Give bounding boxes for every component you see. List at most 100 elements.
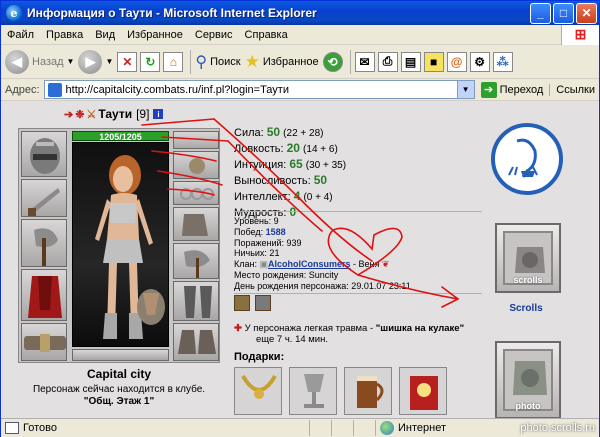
detail-birthday: День рождения персонажа: 29.01.07 23:11	[234, 280, 411, 291]
cloak-icon	[28, 276, 62, 318]
menu-favorites[interactable]: Избранное	[121, 29, 189, 41]
weapon-slot[interactable]	[21, 179, 67, 217]
edit-icon[interactable]: ▤	[400, 51, 421, 72]
go-button[interactable]: ➔ Переход	[480, 81, 543, 98]
forward-arrow-icon: ▶	[78, 49, 103, 74]
print-icon[interactable]: ⎙	[377, 51, 398, 72]
maximize-button[interactable]: □	[553, 2, 574, 24]
address-url: http://capitalcity.combats.ru/inf.pl?log…	[65, 83, 289, 96]
toolbar: ◀ Назад ▼ ▶ ▼ ✕ ↻ ⌂ ⚲ Поиск ★ Избранное …	[1, 45, 599, 79]
effect-icon[interactable]	[255, 295, 272, 311]
scroll-card[interactable]: scrolls	[495, 223, 561, 293]
belt-slot[interactable]	[21, 323, 67, 361]
toolbar-divider	[349, 49, 351, 74]
address-dropdown-icon[interactable]: ▼	[457, 80, 475, 99]
zone-label: Интернет	[398, 422, 446, 434]
favorites-button[interactable]: ★ Избранное	[245, 52, 319, 72]
stop-icon[interactable]: ✕	[117, 51, 138, 72]
links-icon[interactable]: ⁂	[492, 51, 513, 72]
menu-edit[interactable]: Правка	[40, 29, 89, 41]
legs-slot[interactable]	[173, 281, 219, 321]
gloves-icon	[182, 214, 208, 236]
stat-row: Выносливость: 50	[234, 173, 346, 189]
sword-icon[interactable]: ⚔	[86, 108, 96, 121]
clan-emblem[interactable]	[491, 123, 563, 195]
axe-icon	[184, 250, 210, 278]
photo-watermark-text: photo.scrolls.ru	[520, 422, 595, 434]
detail-wins-row: Побед: 1588	[234, 227, 411, 238]
axe-slot[interactable]	[21, 219, 67, 267]
amulet-slot[interactable]	[173, 151, 219, 179]
page-content: ➔ ❉ ⚔ Таути [9] i 1205/1205 Capital city…	[2, 101, 598, 418]
boots-slot[interactable]	[173, 323, 219, 361]
hp-bar: 1205/1205	[72, 131, 169, 142]
stat-row: Сила: 50 (22 + 28)	[234, 125, 346, 141]
effect-icon[interactable]	[234, 295, 250, 311]
gloves-slot[interactable]	[173, 207, 219, 241]
bottom-slot[interactable]	[72, 349, 169, 361]
gift-item[interactable]	[289, 367, 337, 415]
security-zone: Интернет	[375, 420, 525, 436]
title-bar: e Информация о Таути - Microsoft Interne…	[1, 1, 599, 25]
scroll-watermark: scrolls	[513, 275, 543, 285]
history-icon[interactable]: ⟲	[322, 51, 343, 72]
ring-icon	[180, 188, 214, 200]
helmet-slot[interactable]	[21, 131, 67, 177]
window-title: Информация о Таути - Microsoft Internet …	[27, 6, 317, 20]
links-button[interactable]: Ссылки	[549, 83, 595, 96]
gift-item[interactable]	[234, 367, 282, 415]
address-input[interactable]: http://capitalcity.combats.ru/inf.pl?log…	[43, 80, 458, 99]
menu-tools[interactable]: Сервис	[189, 29, 239, 41]
search-button[interactable]: ⚲ Поиск	[195, 52, 240, 72]
stat-value: 50	[266, 125, 281, 139]
gift-item[interactable]	[344, 367, 392, 415]
arrow-icon[interactable]: ➔	[64, 108, 73, 121]
trauma-block: ✚ У персонажа легкая травма - "шишка на …	[234, 323, 492, 345]
effects-row	[234, 295, 494, 314]
stat-extra: (14 + 6)	[303, 144, 338, 155]
search-label: Поиск	[210, 55, 241, 68]
photo-watermark: photo	[515, 401, 541, 411]
menu-view[interactable]: Вид	[89, 29, 121, 41]
menu-help[interactable]: Справка	[239, 29, 294, 41]
clan-link[interactable]: AlcoholConsumers	[268, 259, 351, 269]
scrolls-link[interactable]: Scrolls	[488, 303, 564, 314]
trauma-text: У персонажа легкая травма -	[244, 323, 376, 334]
toolbar-divider	[190, 49, 192, 74]
wins-value[interactable]: 1588	[266, 227, 286, 237]
detail-draws: Ничьих: 21	[234, 248, 280, 259]
stat-row: Ловкость: 20 (14 + 6)	[234, 141, 346, 157]
home-icon[interactable]: ⌂	[163, 51, 184, 72]
details-block: Уровень: 9 Побед: 1588 Поражений: 939 Ни…	[234, 216, 411, 292]
stat-value: 4	[293, 189, 301, 203]
menu-file[interactable]: Файл	[1, 29, 40, 41]
mail-icon[interactable]: ✉	[354, 51, 375, 72]
shield-slot[interactable]	[173, 243, 219, 279]
chevron-down-icon[interactable]: ▼	[105, 57, 113, 66]
research-icon[interactable]: ⚙	[469, 51, 490, 72]
address-bar: Адрес: http://capitalcity.combats.ru/inf…	[1, 79, 599, 101]
detail-clan-row: Клан: ▣AlcoholConsumers - Веня ❦	[234, 259, 411, 270]
mug-icon	[357, 376, 384, 408]
back-button[interactable]: ◀ Назад ▼	[5, 49, 75, 74]
cloak-slot[interactable]	[21, 269, 67, 321]
location-status: Персонаж сейчас находится в клубе.	[32, 384, 206, 395]
stat-label: Ловкость:	[234, 143, 284, 155]
info-icon[interactable]: i	[153, 109, 164, 119]
discuss-icon[interactable]: ■	[423, 51, 444, 72]
messenger-icon[interactable]: @	[446, 51, 467, 72]
photo-card[interactable]: photo	[495, 341, 561, 418]
refresh-icon[interactable]: ↻	[140, 51, 161, 72]
gifts-label: Подарки:	[234, 351, 285, 363]
bug-icon[interactable]: ❉	[75, 108, 84, 121]
forward-button[interactable]: ▶ ▼	[78, 49, 113, 74]
close-button[interactable]: ✕	[576, 2, 597, 24]
trauma-name: "шишка на кулаке"	[375, 323, 465, 334]
gift-item[interactable]	[399, 367, 447, 415]
ie-icon: e	[6, 5, 22, 21]
ring-slot[interactable]	[173, 181, 219, 205]
minimize-button[interactable]: _	[530, 2, 551, 24]
character-name: Таути	[98, 107, 133, 121]
earring-slot[interactable]	[173, 131, 219, 149]
chevron-down-icon[interactable]: ▼	[67, 57, 75, 66]
